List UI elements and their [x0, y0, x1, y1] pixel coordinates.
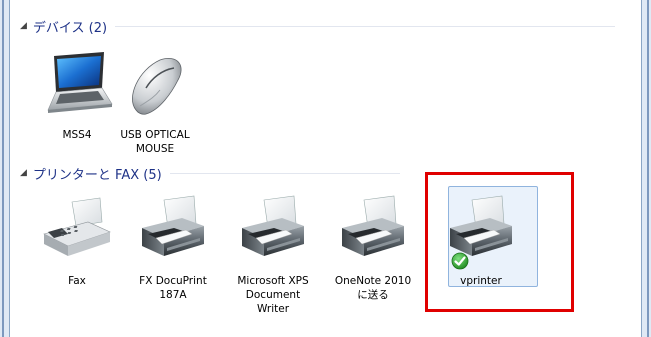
printer-icon: [134, 194, 212, 274]
mouse-icon: [116, 48, 194, 128]
printer-item-fx-docuprint[interactable]: FX DocuPrint 187A: [134, 194, 212, 302]
right-window-border: [641, 0, 651, 337]
printer-label: Fax: [68, 275, 86, 287]
device-item-mss4[interactable]: MSS4: [38, 48, 116, 142]
device-label: MSS4: [62, 129, 92, 141]
printer-icon: [234, 194, 312, 274]
group-divider: [169, 172, 400, 174]
group-divider: [115, 25, 616, 27]
collapse-triangle-icon[interactable]: ◢: [20, 21, 27, 31]
printers-group-title: プリンターと FAX (5): [32, 167, 162, 183]
devices-group-header[interactable]: ◢ デバイス (2): [20, 16, 640, 36]
collapse-triangle-icon[interactable]: ◢: [20, 168, 27, 178]
printer-label: FX DocuPrint 187A: [139, 275, 207, 301]
printer-label: OneNote 2010 に送る: [334, 275, 412, 301]
devices-and-printers-pane: ◢ デバイス (2) MSS4 USB OPTICAL MOUSE ◢ プリンタ…: [10, 0, 641, 337]
printer-item-fax[interactable]: Fax: [38, 194, 116, 288]
printer-icon: [334, 194, 412, 274]
printer-item-onenote[interactable]: OneNote 2010 に送る: [334, 194, 412, 302]
devices-group-title: デバイス (2): [32, 20, 108, 36]
fax-icon: [38, 194, 116, 274]
device-label: USB OPTICAL MOUSE: [120, 129, 190, 155]
printer-item-microsoft-xps[interactable]: Microsoft XPS Document Writer: [234, 194, 312, 316]
laptop-icon: [38, 48, 116, 128]
printer-label: Microsoft XPS Document Writer: [237, 275, 309, 315]
device-item-usb-optical-mouse[interactable]: USB OPTICAL MOUSE: [116, 48, 194, 156]
highlight-box: [425, 172, 574, 312]
explorer-window: ◢ デバイス (2) MSS4 USB OPTICAL MOUSE ◢ プリンタ…: [0, 0, 651, 337]
left-window-border: [0, 0, 10, 337]
